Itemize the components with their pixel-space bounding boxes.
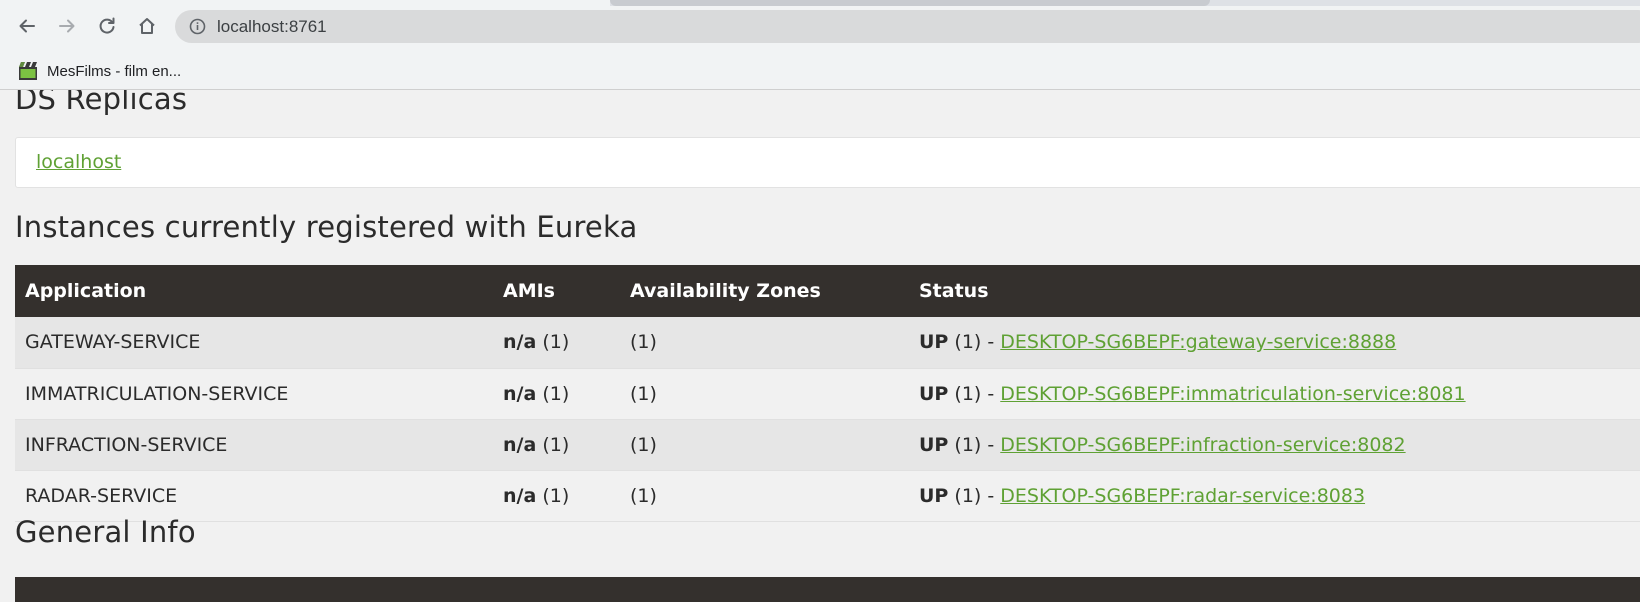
ds-replicas-list: localhost — [15, 137, 1640, 188]
instances-table: Application AMIs Availability Zones Stat… — [15, 265, 1640, 522]
zones-cell: (1) — [620, 419, 909, 471]
table-row: GATEWAY-SERVICE n/a (1) (1) UP (1) - DES… — [15, 317, 1640, 369]
bookmark-mesfilms[interactable]: MesFilms - film en... — [18, 58, 181, 84]
status-cell: UP (1) - DESKTOP-SG6BEPF:infraction-serv… — [909, 419, 1640, 471]
active-tab-edge[interactable] — [0, 0, 610, 6]
home-button[interactable] — [132, 11, 162, 41]
forward-button[interactable] — [52, 11, 82, 41]
status-label: UP — [919, 382, 949, 405]
table-row: RADAR-SERVICE n/a (1) (1) UP (1) - DESKT… — [15, 470, 1640, 522]
status-cell: UP (1) - DESKTOP-SG6BEPF:immatriculation… — [909, 368, 1640, 420]
status-label: UP — [919, 433, 949, 456]
status-cell: UP (1) - DESKTOP-SG6BEPF:gateway-service… — [909, 317, 1640, 369]
browser-toolbar: localhost:8761 — [0, 0, 1640, 52]
status-count: (1) - — [954, 433, 995, 456]
amis-label: n/a — [503, 331, 537, 354]
amis-label: n/a — [503, 382, 537, 405]
amis-count: (1) — [542, 433, 570, 456]
zones-cell: (1) — [620, 470, 909, 522]
instance-link[interactable]: DESKTOP-SG6BEPF:infraction-service:8082 — [1000, 434, 1405, 456]
bookmarks-bar: MesFilms - film en... — [0, 52, 1640, 90]
amis-cell: n/a (1) — [493, 317, 620, 369]
reload-icon — [99, 17, 115, 34]
application-name: IMMATRICULATION-SERVICE — [15, 368, 493, 420]
general-info-table-header — [15, 577, 1640, 602]
amis-count: (1) — [542, 382, 570, 405]
zones-cell: (1) — [620, 317, 909, 369]
application-name: RADAR-SERVICE — [15, 470, 493, 522]
amis-label: n/a — [503, 433, 537, 456]
status-count: (1) - — [954, 331, 995, 354]
general-info-heading: General Info — [15, 515, 196, 549]
arrow-right-icon — [59, 19, 75, 33]
bookmark-label: MesFilms - film en... — [47, 62, 182, 80]
film-clapper-icon — [19, 62, 37, 80]
ds-replicas-heading: DS Replicas — [15, 90, 188, 116]
table-row: IMMATRICULATION-SERVICE n/a (1) (1) UP (… — [15, 368, 1640, 420]
tab-strip — [0, 0, 1640, 6]
home-icon — [139, 18, 155, 34]
page-content: DS Replicas localhost Instances currentl… — [0, 90, 1640, 602]
instance-link[interactable]: DESKTOP-SG6BEPF:immatriculation-service:… — [1000, 383, 1465, 405]
table-row: INFRACTION-SERVICE n/a (1) (1) UP (1) - … — [15, 419, 1640, 471]
zones-cell: (1) — [620, 368, 909, 420]
amis-cell: n/a (1) — [493, 470, 620, 522]
status-label: UP — [919, 331, 949, 354]
reload-button[interactable] — [92, 11, 122, 41]
instance-link[interactable]: DESKTOP-SG6BEPF:gateway-service:8888 — [1000, 331, 1396, 353]
inactive-tab-edge[interactable] — [610, 0, 1210, 6]
amis-label: n/a — [503, 484, 537, 507]
status-count: (1) - — [954, 382, 995, 405]
back-button[interactable] — [12, 11, 42, 41]
column-header-status: Status — [919, 280, 989, 302]
arrow-left-icon — [19, 19, 35, 33]
amis-count: (1) — [542, 484, 570, 507]
address-bar[interactable]: localhost:8761 — [175, 10, 1640, 43]
replica-link-localhost[interactable]: localhost — [36, 151, 121, 173]
status-count: (1) - — [954, 484, 995, 507]
table-header-row: Application AMIs Availability Zones Stat… — [15, 265, 1640, 317]
status-label: UP — [919, 484, 949, 507]
status-cell: UP (1) - DESKTOP-SG6BEPF:radar-service:8… — [909, 470, 1640, 522]
column-header-availability-zones: Availability Zones — [630, 280, 821, 302]
amis-count: (1) — [542, 331, 570, 354]
column-header-amis: AMIs — [503, 280, 555, 302]
url-text[interactable]: localhost:8761 — [217, 17, 327, 37]
amis-cell: n/a (1) — [493, 419, 620, 471]
instance-link[interactable]: DESKTOP-SG6BEPF:radar-service:8083 — [1000, 485, 1365, 507]
amis-cell: n/a (1) — [493, 368, 620, 420]
application-name: GATEWAY-SERVICE — [15, 317, 493, 369]
application-name: INFRACTION-SERVICE — [15, 419, 493, 471]
column-header-application: Application — [25, 280, 147, 302]
info-circle-icon[interactable] — [189, 18, 206, 35]
instances-heading: Instances currently registered with Eure… — [15, 210, 638, 244]
